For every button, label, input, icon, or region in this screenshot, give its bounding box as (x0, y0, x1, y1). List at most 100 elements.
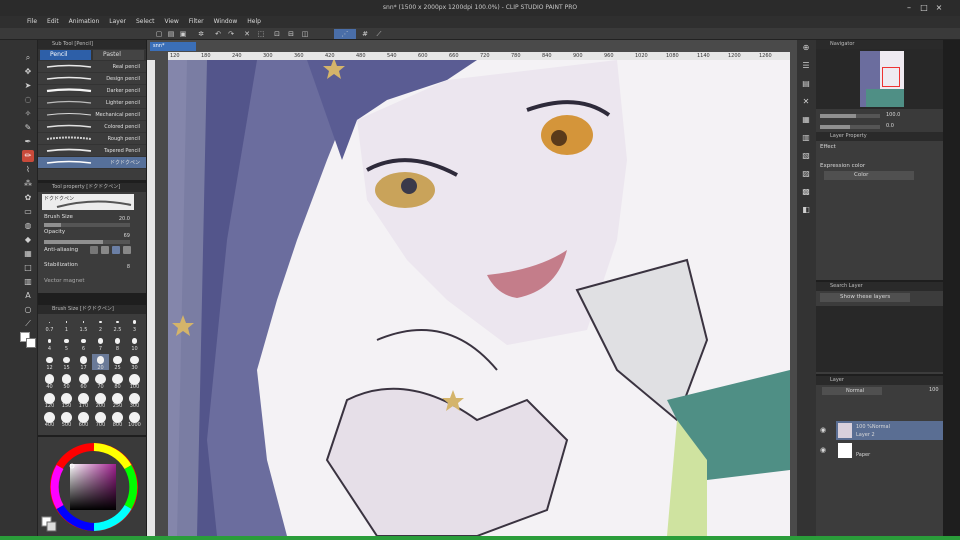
brush-size-option[interactable]: 300 (126, 392, 143, 409)
brush-size-option[interactable]: 5 (58, 335, 75, 352)
timeline-icon[interactable]: ▨ (800, 168, 812, 180)
brush-size-slider[interactable] (44, 223, 130, 227)
redo-icon[interactable]: ↷ (226, 29, 236, 39)
brush-item[interactable]: Real pencil (38, 61, 146, 73)
brush-item[interactable]: Mechanical pencil (38, 109, 146, 121)
angle-value[interactable]: 0.0 (886, 123, 894, 129)
angle-slider[interactable] (820, 125, 880, 129)
invert-selection-icon[interactable]: ◫ (300, 29, 310, 39)
color-wheel[interactable] (38, 437, 146, 540)
balloon-tool-icon[interactable]: ○ (22, 304, 34, 316)
maximize-button[interactable]: □ (920, 4, 928, 12)
animation-icon[interactable]: ▧ (800, 150, 812, 162)
menu-window[interactable]: Window (209, 16, 243, 28)
brush-item[interactable]: Colored pencil (38, 121, 146, 133)
brush-item[interactable]: Lighter pencil (38, 97, 146, 109)
brush-size-option[interactable]: 170 (75, 392, 92, 409)
search-filter-select[interactable]: Show these layers (820, 293, 910, 302)
history-icon[interactable]: ☰ (800, 60, 812, 72)
layer-row[interactable]: Paper (836, 442, 943, 460)
menu-edit[interactable]: Edit (42, 16, 64, 28)
tab-pastel[interactable]: Pastel (93, 50, 144, 60)
transform-icon[interactable]: ⬚ (256, 29, 266, 39)
brush-size-option[interactable]: 1000 (126, 411, 143, 428)
stabilization-value[interactable]: 8 (100, 264, 130, 270)
brush-size-option[interactable]: 80 (109, 373, 126, 390)
brush-size-option[interactable]: 500 (58, 411, 75, 428)
zoom-slider[interactable] (820, 114, 880, 118)
aa-none-icon[interactable] (90, 246, 98, 254)
quick-access-icon[interactable]: ▦ (800, 114, 812, 126)
figure-tool-icon[interactable]: □ (22, 262, 34, 274)
brush-size-value[interactable]: 20.0 (100, 216, 130, 222)
brush-item[interactable]: Tapered Pencil (38, 145, 146, 157)
blend-mode-select[interactable]: Normal (822, 387, 882, 395)
save-icon[interactable]: ▣ (178, 29, 188, 39)
sub-view-icon[interactable]: ▤ (800, 78, 812, 90)
brush-tool-icon[interactable]: ⌇ (22, 164, 34, 176)
blend-tool-icon[interactable]: ◍ (22, 220, 34, 232)
auto-select-tool-icon[interactable]: ✧ (22, 108, 34, 120)
eyedropper-tool-icon[interactable]: ✎ (22, 122, 34, 134)
eye-icon[interactable]: ◉ (820, 426, 826, 434)
material-icon[interactable]: ⊕ (800, 42, 812, 54)
brush-item[interactable]: Design pencil (38, 73, 146, 85)
brush-size-option[interactable]: 1.5 (75, 316, 92, 333)
select-all-icon[interactable]: ⊡ (272, 29, 282, 39)
text-tool-icon[interactable]: A (22, 290, 34, 302)
brush-item-selected[interactable]: ドクドクペン (38, 157, 146, 169)
aa-medium-icon[interactable] (112, 246, 120, 254)
pencil-tool-icon[interactable]: ✏ (22, 150, 34, 162)
brush-size-option[interactable]: 0.7 (41, 316, 58, 333)
undo-icon[interactable]: ↶ (213, 29, 223, 39)
brush-size-option[interactable]: 15 (58, 354, 75, 371)
gradient-tool-icon[interactable]: ▦ (22, 248, 34, 260)
brush-size-option[interactable]: 50 (58, 373, 75, 390)
item-bank-icon[interactable]: ✕ (800, 96, 812, 108)
expression-color-select[interactable]: Color (824, 171, 914, 180)
brush-size-option[interactable]: 70 (92, 373, 109, 390)
brush-size-option[interactable]: 800 (109, 411, 126, 428)
menu-view[interactable]: View (160, 16, 184, 28)
brush-size-option[interactable]: 7 (92, 335, 109, 352)
layer-opacity[interactable]: 100 (929, 387, 939, 393)
snap-grid-icon[interactable]: # (360, 29, 370, 39)
color-set-icon[interactable]: ▩ (800, 186, 812, 198)
menu-file[interactable]: File (22, 16, 42, 28)
brush-size-option[interactable]: 100 (126, 373, 143, 390)
brush-size-option[interactable]: 120 (41, 392, 58, 409)
move-tool-icon[interactable]: ✥ (22, 66, 34, 78)
correct-line-tool-icon[interactable]: ⟋ (22, 318, 34, 330)
brush-size-option[interactable]: 6 (75, 335, 92, 352)
brush-size-option[interactable]: 20 (92, 354, 109, 371)
brush-size-option[interactable]: 17 (75, 354, 92, 371)
brush-size-option[interactable]: 600 (75, 411, 92, 428)
antialias-options[interactable] (90, 246, 134, 255)
brush-size-option[interactable]: 200 (92, 392, 109, 409)
open-icon[interactable]: ▤ (166, 29, 176, 39)
brush-size-option[interactable]: 400 (41, 411, 58, 428)
menu-filter[interactable]: Filter (184, 16, 209, 28)
navigator-viewport[interactable] (882, 67, 900, 87)
brush-size-option[interactable]: 1 (58, 316, 75, 333)
tab-pencil[interactable]: Pencil (40, 50, 91, 60)
brush-size-option[interactable]: 4 (41, 335, 58, 352)
deselect-icon[interactable]: ⊟ (286, 29, 296, 39)
zoom-tool-icon[interactable]: ⌕ (22, 52, 34, 64)
new-file-icon[interactable]: ▢ (154, 29, 164, 39)
airbrush-tool-icon[interactable]: ⁂ (22, 178, 34, 190)
opacity-value[interactable]: 69 (100, 233, 130, 239)
menu-select[interactable]: Select (131, 16, 160, 28)
menu-help[interactable]: Help (242, 16, 266, 28)
close-button[interactable]: × (935, 4, 943, 12)
opacity-slider[interactable] (44, 240, 130, 244)
auto-action-icon[interactable]: ▥ (800, 132, 812, 144)
brush-size-option[interactable]: 25 (109, 354, 126, 371)
decoration-tool-icon[interactable]: ✿ (22, 192, 34, 204)
brush-size-option[interactable]: 700 (92, 411, 109, 428)
aa-weak-icon[interactable] (101, 246, 109, 254)
brush-size-option[interactable]: 2 (92, 316, 109, 333)
navigator-view[interactable] (816, 49, 943, 109)
menu-animation[interactable]: Animation (64, 16, 105, 28)
brush-size-option[interactable]: 3 (126, 316, 143, 333)
